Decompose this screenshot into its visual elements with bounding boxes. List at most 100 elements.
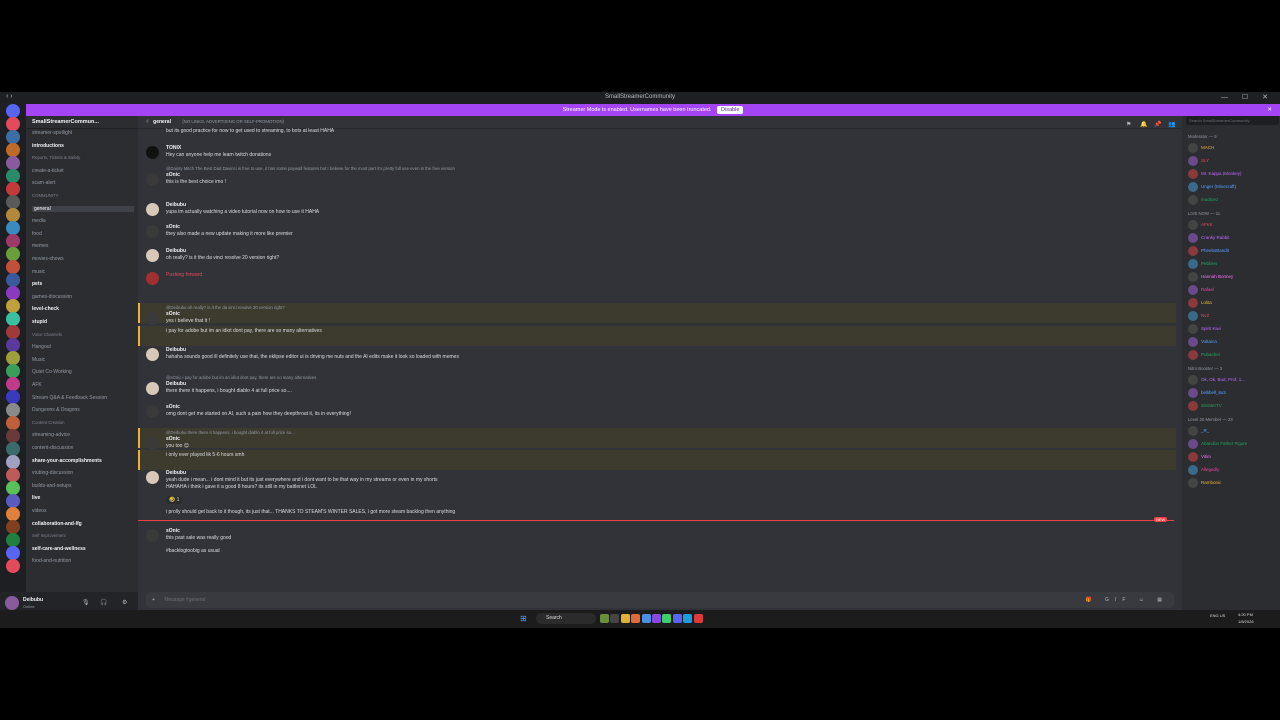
channel-pets[interactable]: pets [32, 281, 42, 287]
message-row[interactable]: @sOnic i pay for adobe but im an idiot d… [138, 375, 1182, 395]
channel-stream-q-a-feedback-session[interactable]: Stream Q&A & Feedback Session [32, 395, 107, 401]
member-item[interactable]: SinisterTV [1188, 401, 1222, 411]
server-icon[interactable] [6, 351, 20, 365]
server-icon[interactable] [6, 195, 20, 209]
member-item[interactable]: Mr. Kappa (Monkey) [1188, 169, 1242, 179]
member-item[interactable]: Rambonic [1188, 478, 1221, 488]
taskbar-search[interactable]: Search [536, 613, 596, 624]
reply-preview[interactable]: @Deibubu oh really? is it the da vinci r… [166, 305, 285, 310]
message-row[interactable]: Pushing forward [138, 272, 1182, 292]
windows-start-icon[interactable]: ⊞ [520, 614, 527, 623]
server-icon[interactable] [6, 169, 20, 183]
author-name[interactable]: Deibubu [166, 202, 186, 208]
member-item[interactable]: Allegedly [1188, 465, 1219, 475]
channel-music[interactable]: music [32, 269, 45, 275]
member-item[interactable]: madtoez [1188, 195, 1218, 205]
reply-preview[interactable]: @Dainty Mitch The Best Dad Davinci is fr… [166, 166, 455, 171]
author-name[interactable]: sOnic [166, 528, 180, 534]
message-composer[interactable]: + Message #general 🎁 GIF ☺ ▦ [146, 592, 1174, 608]
server-icon[interactable] [6, 273, 20, 287]
server-icon[interactable] [6, 104, 20, 118]
member-item[interactable]: Rafael [1188, 285, 1214, 295]
server-icon[interactable] [6, 455, 20, 469]
server-icon[interactable] [6, 546, 20, 560]
server-icon[interactable] [6, 390, 20, 404]
message-row[interactable]: @Deibubu oh really? is it the da vinci r… [138, 305, 1182, 325]
message-row[interactable]: Deibubu oh really? is it the da vinci res… [138, 248, 1182, 268]
server-icon[interactable] [6, 403, 20, 417]
channel-food-and-nutrition[interactable]: food-and-nutrition [32, 558, 71, 564]
message-row[interactable]: i prolly should get back to it though, i… [138, 509, 1182, 529]
avatar[interactable] [146, 146, 159, 159]
channel-food[interactable]: food [32, 231, 42, 237]
reply-preview[interactable]: @Deibubu there there it happens, i bough… [166, 430, 295, 435]
server-icon[interactable] [6, 481, 20, 495]
taskbar-apps-icon[interactable] [600, 614, 703, 623]
author-name[interactable]: TONIX [166, 145, 181, 151]
member-item[interactable]: Unger (Minecraft) [1188, 182, 1236, 192]
author-name[interactable]: Deibubu [166, 381, 186, 387]
avatar[interactable] [146, 529, 159, 542]
channel-afk[interactable]: AFK [32, 382, 42, 388]
author-name[interactable]: sOnic [166, 436, 180, 442]
close-icon[interactable]: ✕ [1267, 104, 1272, 116]
channel-self-care-and-wellness[interactable]: self-care-and-wellness [32, 546, 86, 552]
message-row[interactable]: sOnic they also made a new update making … [138, 224, 1182, 244]
server-icon[interactable] [6, 156, 20, 170]
channel-stupid[interactable]: stupid [32, 319, 47, 325]
channel-hangout[interactable]: Hangout [32, 344, 51, 350]
server-icon[interactable] [6, 377, 20, 391]
avatar[interactable] [146, 312, 159, 325]
message-row[interactable]: @Deibubu there there it happens, i bough… [138, 430, 1182, 450]
message-row[interactable]: Deibubu hahaha sounds good ill definitely… [138, 347, 1182, 367]
server-icon[interactable] [6, 325, 20, 339]
server-icon[interactable] [6, 468, 20, 482]
avatar[interactable] [146, 471, 159, 484]
author-name[interactable]: Deibubu [166, 470, 186, 476]
server-icon[interactable] [6, 247, 20, 261]
member-item[interactable]: _R_ [1188, 426, 1209, 436]
disable-button[interactable]: Disable [717, 106, 744, 114]
channel-games-discussion[interactable]: games-discussion [32, 294, 72, 300]
plus-icon[interactable]: + [152, 597, 155, 603]
author-name[interactable]: sOnic [166, 311, 180, 317]
channel-media[interactable]: media [32, 218, 46, 224]
server-icon[interactable] [6, 208, 20, 222]
message-row[interactable]: TONIX Hey can anyone help me learn twitch… [138, 145, 1182, 165]
channel-general[interactable]: general [32, 205, 134, 212]
member-item[interactable]: Voltaica [1188, 337, 1217, 347]
channel-quiet-co-working[interactable]: Quiet Co-Working [32, 369, 72, 375]
search-input[interactable]: Search SmallStreamerCommunity [1186, 116, 1279, 125]
channel-scam-alert[interactable]: scam-alert [32, 180, 55, 186]
server-icon[interactable] [6, 416, 20, 430]
author-name[interactable]: Deibubu [166, 248, 186, 254]
avatar[interactable] [146, 173, 159, 186]
server-icon[interactable] [6, 221, 20, 235]
member-item[interactable]: Cranky Rabbit [1188, 233, 1230, 243]
server-icon[interactable] [6, 494, 20, 508]
reaction-chip[interactable]: 🤣 1 [166, 496, 183, 504]
message-row[interactable]: #backlogtoobig as usual [138, 548, 1182, 568]
window-controls[interactable]: — ☐ ✕ [1221, 93, 1274, 101]
avatar[interactable] [146, 203, 159, 216]
author-name[interactable]: sOnic [166, 224, 180, 230]
member-item[interactable]: bellibell_6x3 [1188, 388, 1226, 398]
server-icon[interactable] [6, 182, 20, 196]
server-icon[interactable] [6, 338, 20, 352]
channel-videos[interactable]: videos [32, 508, 46, 514]
member-item[interactable]: Spirit Kiwi [1188, 324, 1221, 334]
channel-streamer-spotlight[interactable]: streamer-spotlight [32, 130, 72, 136]
message-row[interactable]: @Dainty Mitch The Best Dad Davinci is fr… [138, 166, 1182, 186]
author-name[interactable]: sOnic [166, 404, 180, 410]
reply-preview[interactable]: @sOnic i pay for adobe but im an idiot d… [166, 375, 316, 380]
mic-icon[interactable]: 🎙 [82, 599, 90, 606]
server-icon[interactable] [6, 143, 20, 157]
avatar[interactable] [5, 596, 19, 610]
channel-music[interactable]: Music [32, 357, 45, 363]
avatar[interactable] [146, 272, 159, 285]
avatar[interactable] [146, 249, 159, 262]
server-icon[interactable] [6, 442, 20, 456]
channel-share-your-accomplishments[interactable]: share-your-accomplishments [32, 458, 102, 464]
member-item[interactable]: AFKK [1188, 220, 1213, 230]
member-item[interactable]: Pebbles [1188, 259, 1217, 269]
